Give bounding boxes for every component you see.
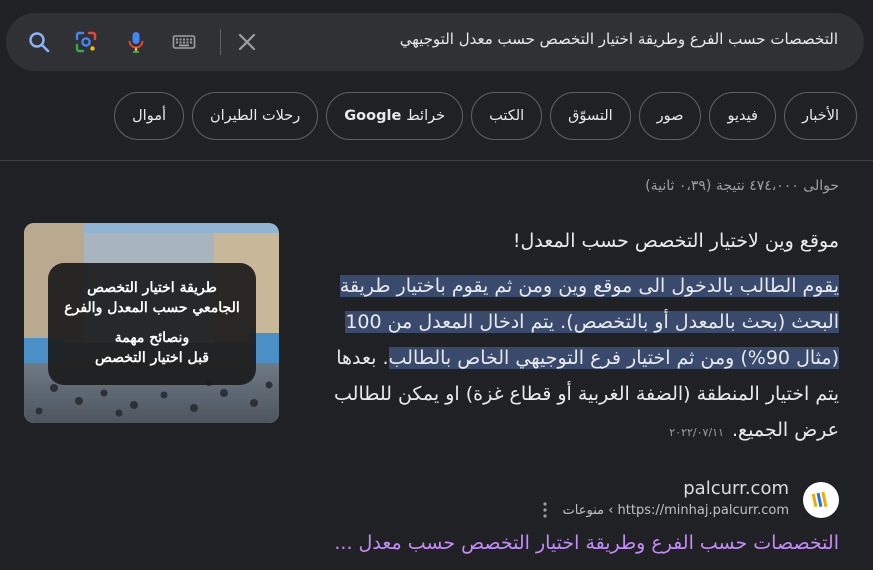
result-title-link[interactable]: التخصصات حسب الفرع وطريقة اختيار التخصص … (334, 532, 839, 554)
thumbnail-caption: طريقة اختيار التخصص الجامعي حسب المعدل و… (50, 265, 254, 381)
site-name[interactable]: palcurr.com (683, 478, 789, 499)
thumbnail-caption-line: قبل اختيار التخصص (95, 350, 209, 366)
chip-label: صور (656, 108, 684, 124)
chip-books[interactable]: الكتب (471, 92, 543, 140)
thumbnail-caption-line: طريقة اختيار التخصص (87, 280, 217, 296)
chip-label: الكتب (489, 108, 525, 124)
keyboard-icon[interactable] (172, 30, 196, 54)
chip-label: فيديو (727, 108, 758, 124)
thumbnail-caption-line: الجامعي حسب المعدل والفرع (64, 300, 240, 316)
chip-brand-label: Google (344, 108, 402, 124)
chip-videos[interactable]: فيديو (709, 92, 776, 140)
search-bar[interactable]: التخصصات حسب الفرع وطريقة اختيار التخصص … (6, 13, 864, 71)
clear-icon[interactable] (235, 30, 259, 54)
chip-images[interactable]: صور (638, 92, 702, 140)
site-url[interactable]: https://minhaj.palcurr.com › منوعات (563, 503, 789, 518)
palcurr-logo-icon (811, 491, 828, 508)
search-filter-chips: الأخبار فيديو صور التسوّق الكتب خرائط Goo… (114, 92, 857, 140)
chip-label: الأخبار (801, 108, 839, 124)
snippet-date: ٢٠٢٢/٠٧/١١ (669, 426, 724, 439)
result-stats: حوالى ٤٧٤،٠٠٠ نتيجة (٠،٣٩ ثانية) (645, 178, 839, 194)
snippet-thumbnail[interactable]: طريقة اختيار التخصص الجامعي حسب المعدل و… (24, 223, 279, 423)
chip-finance[interactable]: أموال (114, 92, 184, 140)
microphone-icon[interactable] (124, 30, 148, 54)
search-icon[interactable] (27, 30, 51, 54)
chip-maps[interactable]: خرائط Google (326, 92, 464, 140)
chip-label: أموال (132, 108, 166, 124)
snippet-highlighted-text: يقوم الطالب بالدخول الى موقع وين ومن ثم … (339, 275, 839, 369)
chip-shopping[interactable]: التسوّق (550, 92, 631, 140)
chip-news[interactable]: الأخبار (783, 92, 857, 140)
chip-label: رحلات الطيران (210, 108, 301, 124)
thumbnail-caption-line: ونصائح مهمة (114, 330, 190, 346)
search-input[interactable]: التخصصات حسب الفرع وطريقة اختيار التخصص … (298, 30, 838, 48)
chip-flights[interactable]: رحلات الطيران (192, 92, 319, 140)
search-bar-divider (220, 29, 221, 55)
snippet-body: يقوم الطالب بالدخول الى موقع وين ومن ثم … (319, 268, 839, 451)
chip-label: التسوّق (568, 108, 613, 124)
lens-icon[interactable] (74, 30, 98, 54)
snippet-heading: موقع وين لاختيار التخصص حسب المعدل! (512, 230, 839, 252)
header-divider (0, 160, 873, 161)
site-favicon[interactable] (803, 482, 839, 518)
chip-label: خرائط (406, 108, 446, 124)
more-options-icon[interactable] (538, 501, 552, 519)
